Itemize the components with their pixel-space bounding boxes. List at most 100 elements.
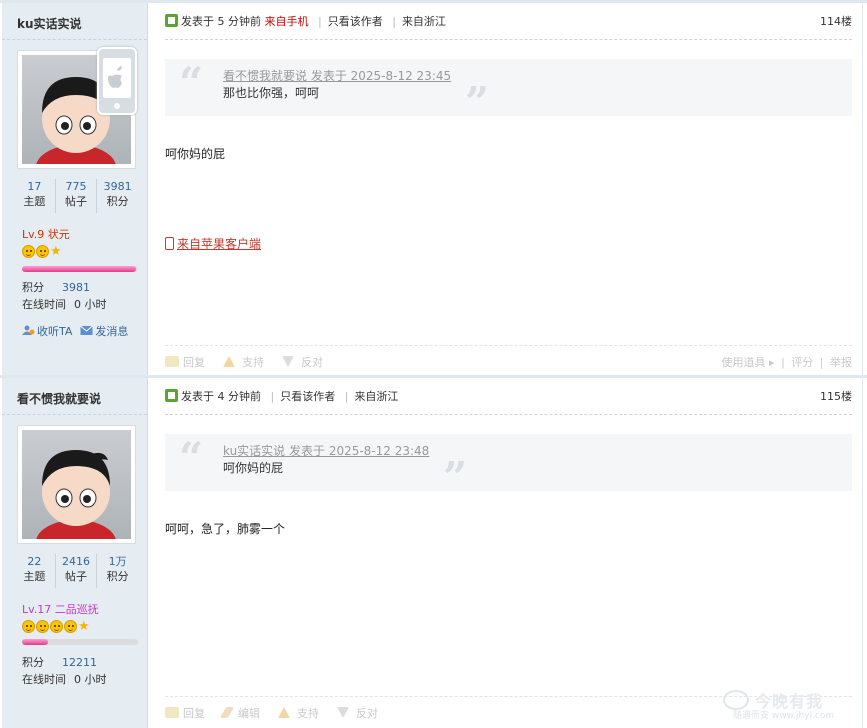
post-status-icon [165,389,178,402]
follow-button[interactable]: 收听TA [22,323,72,339]
pencil-icon [219,707,234,718]
level-progress-bar [22,639,138,645]
user-level[interactable]: Lv.9 状元 [22,226,70,242]
star-icon: ★ [78,619,90,634]
stat-topics[interactable]: 22 主题 [14,554,56,588]
author-sidebar: ku实话实说 17 主题 775 帖子 3981 积分 Lv.9 状元 ★ 积分… [2,3,148,378]
quote-block: “ ” ku实话实说 发表于 2025-8-12 23:48 呵你妈的屁 [165,433,852,499]
star-icon: ★ [50,244,62,259]
post-time: 发表于 4 分钟前 [181,390,261,403]
close-quote-icon: ” [465,78,490,127]
thumb-up-icon [277,707,290,718]
author-name[interactable]: ku实话实说 [17,15,82,32]
edit-button[interactable]: 编辑 [219,707,260,720]
support-button[interactable]: 支持 [277,707,319,720]
author-stats: 17 主题 775 帖子 3981 积分 [14,179,138,213]
smiley-icon [36,620,49,633]
quote-text: 呵你妈的屁 [223,461,284,475]
author-name[interactable]: 看不惯我就要说 [17,390,101,407]
oppose-button[interactable]: 反对 [336,707,378,720]
post-header: 发表于 5 分钟前 来自手机 | 只看该作者 | 来自浙江 114楼 [165,13,852,31]
only-author-link[interactable]: 只看该作者 [280,390,335,403]
separator: | [819,356,824,369]
separator: | [781,356,785,369]
reply-icon [165,356,179,367]
post-status-icon [165,14,178,27]
quote-text: 那也比你强，呵呵 [223,86,320,100]
only-author-link[interactable]: 只看该作者 [328,15,383,28]
close-quote-icon: ” [443,453,468,502]
author-sidebar: 看不惯我就要说 22 主题 2416 帖子 1万 积分 Lv.17 二品巡抚 ★… [2,378,148,728]
send-message-button[interactable]: 发消息 [80,323,128,339]
avatar-image [22,430,131,539]
credits-row: 积分 12211 [22,656,97,669]
reply-button[interactable]: 回复 [165,707,205,720]
post-header: 发表于 4 分钟前 | 只看该作者 | 来自浙江 115楼 [165,388,852,406]
divider [2,414,147,415]
post-time: 发表于 5 分钟前 [181,15,261,28]
stat-posts[interactable]: 2416 帖子 [56,554,98,588]
follow-icon [22,325,35,336]
author-stats: 22 主题 2416 帖子 1万 积分 [14,554,138,588]
support-button[interactable]: 支持 [222,356,264,369]
stat-topics[interactable]: 17 主题 [14,179,56,213]
location-label: 来自浙江 [401,15,446,28]
use-tool-button[interactable]: 使用道具 ▸ [722,356,775,369]
smiley-icon [64,620,77,633]
stat-posts[interactable]: 775 帖子 [56,179,98,213]
open-quote-icon: “ [179,433,204,482]
report-button[interactable]: 举报 [830,356,852,369]
level-icons: ★ [22,245,62,259]
separator: | [318,15,322,28]
level-progress-fill [22,266,136,272]
open-quote-icon: “ [179,58,204,107]
watermark-logo-icon [723,690,749,710]
level-progress-bar [22,266,138,272]
divider [165,39,852,40]
oppose-button[interactable]: 反对 [281,356,323,369]
quote-author-link[interactable]: 看不惯我就要说 发表于 2025-8-12 23:45 [223,67,451,84]
smiley-icon [22,245,35,258]
post-content: 发表于 5 分钟前 来自手机 | 只看该作者 | 来自浙江 114楼 “ ” 看不惯… [149,3,863,378]
online-time-row: 在线时间 0 小时 [22,673,107,686]
floor-number[interactable]: 115楼 [820,388,852,404]
divider [2,39,147,40]
phone-icon [165,237,174,250]
apple-iphone-icon [97,47,137,115]
site-watermark: 今晚有我 随遇而安 www.jhyl.com [723,688,851,721]
separator: | [270,390,275,403]
divider [165,414,852,415]
separator: | [344,390,349,403]
location-label: 来自浙江 [354,390,399,403]
stat-credits[interactable]: 1万 积分 [97,554,138,588]
quote-author-link[interactable]: ku实话实说 发表于 2025-8-12 23:48 [223,442,429,459]
stat-credits[interactable]: 3981 积分 [97,179,138,213]
reply-icon [165,707,179,718]
post-footer: 回复 支持 反对 使用道具 ▸ | 评分 | 举报 [165,354,852,370]
post-body: 呵你妈的屁 [165,147,226,161]
smiley-icon [36,245,49,258]
from-mobile-label[interactable]: 来自手机 [265,15,309,28]
online-time-row: 在线时间 0 小时 [22,298,107,311]
post-content: 发表于 4 分钟前 | 只看该作者 | 来自浙江 115楼 “ ” ku实话实说 发… [149,378,863,728]
smiley-icon [22,620,35,633]
reply-button[interactable]: 回复 [165,356,205,369]
divider [165,345,852,346]
post-115: 看不惯我就要说 22 主题 2416 帖子 1万 积分 Lv.17 二品巡抚 ★… [0,375,867,728]
level-icons: ★ [22,620,90,634]
envelope-icon [80,325,94,336]
user-level[interactable]: Lv.17 二品巡抚 [22,601,99,617]
avatar[interactable] [17,425,136,544]
watermark-subtitle: 随遇而安 www.jhyl.com [733,711,835,721]
thumb-down-icon [281,356,294,367]
thumb-up-icon [222,356,235,367]
quote-block: “ ” 看不惯我就要说 发表于 2025-8-12 23:45 那也比你强，呵呵 [165,58,852,124]
author-actions: 收听TA 发消息 [22,323,128,339]
thumb-down-icon [336,707,349,718]
rate-button[interactable]: 评分 [791,356,813,369]
client-link[interactable]: 来自苹果客户端 [165,235,261,252]
floor-number[interactable]: 114楼 [820,13,852,29]
post-body: 呵呵，急了，肺雾一个 [165,522,286,536]
post-114: ku实话实说 17 主题 775 帖子 3981 积分 Lv.9 状元 ★ 积分… [0,0,867,378]
separator: | [392,15,396,28]
